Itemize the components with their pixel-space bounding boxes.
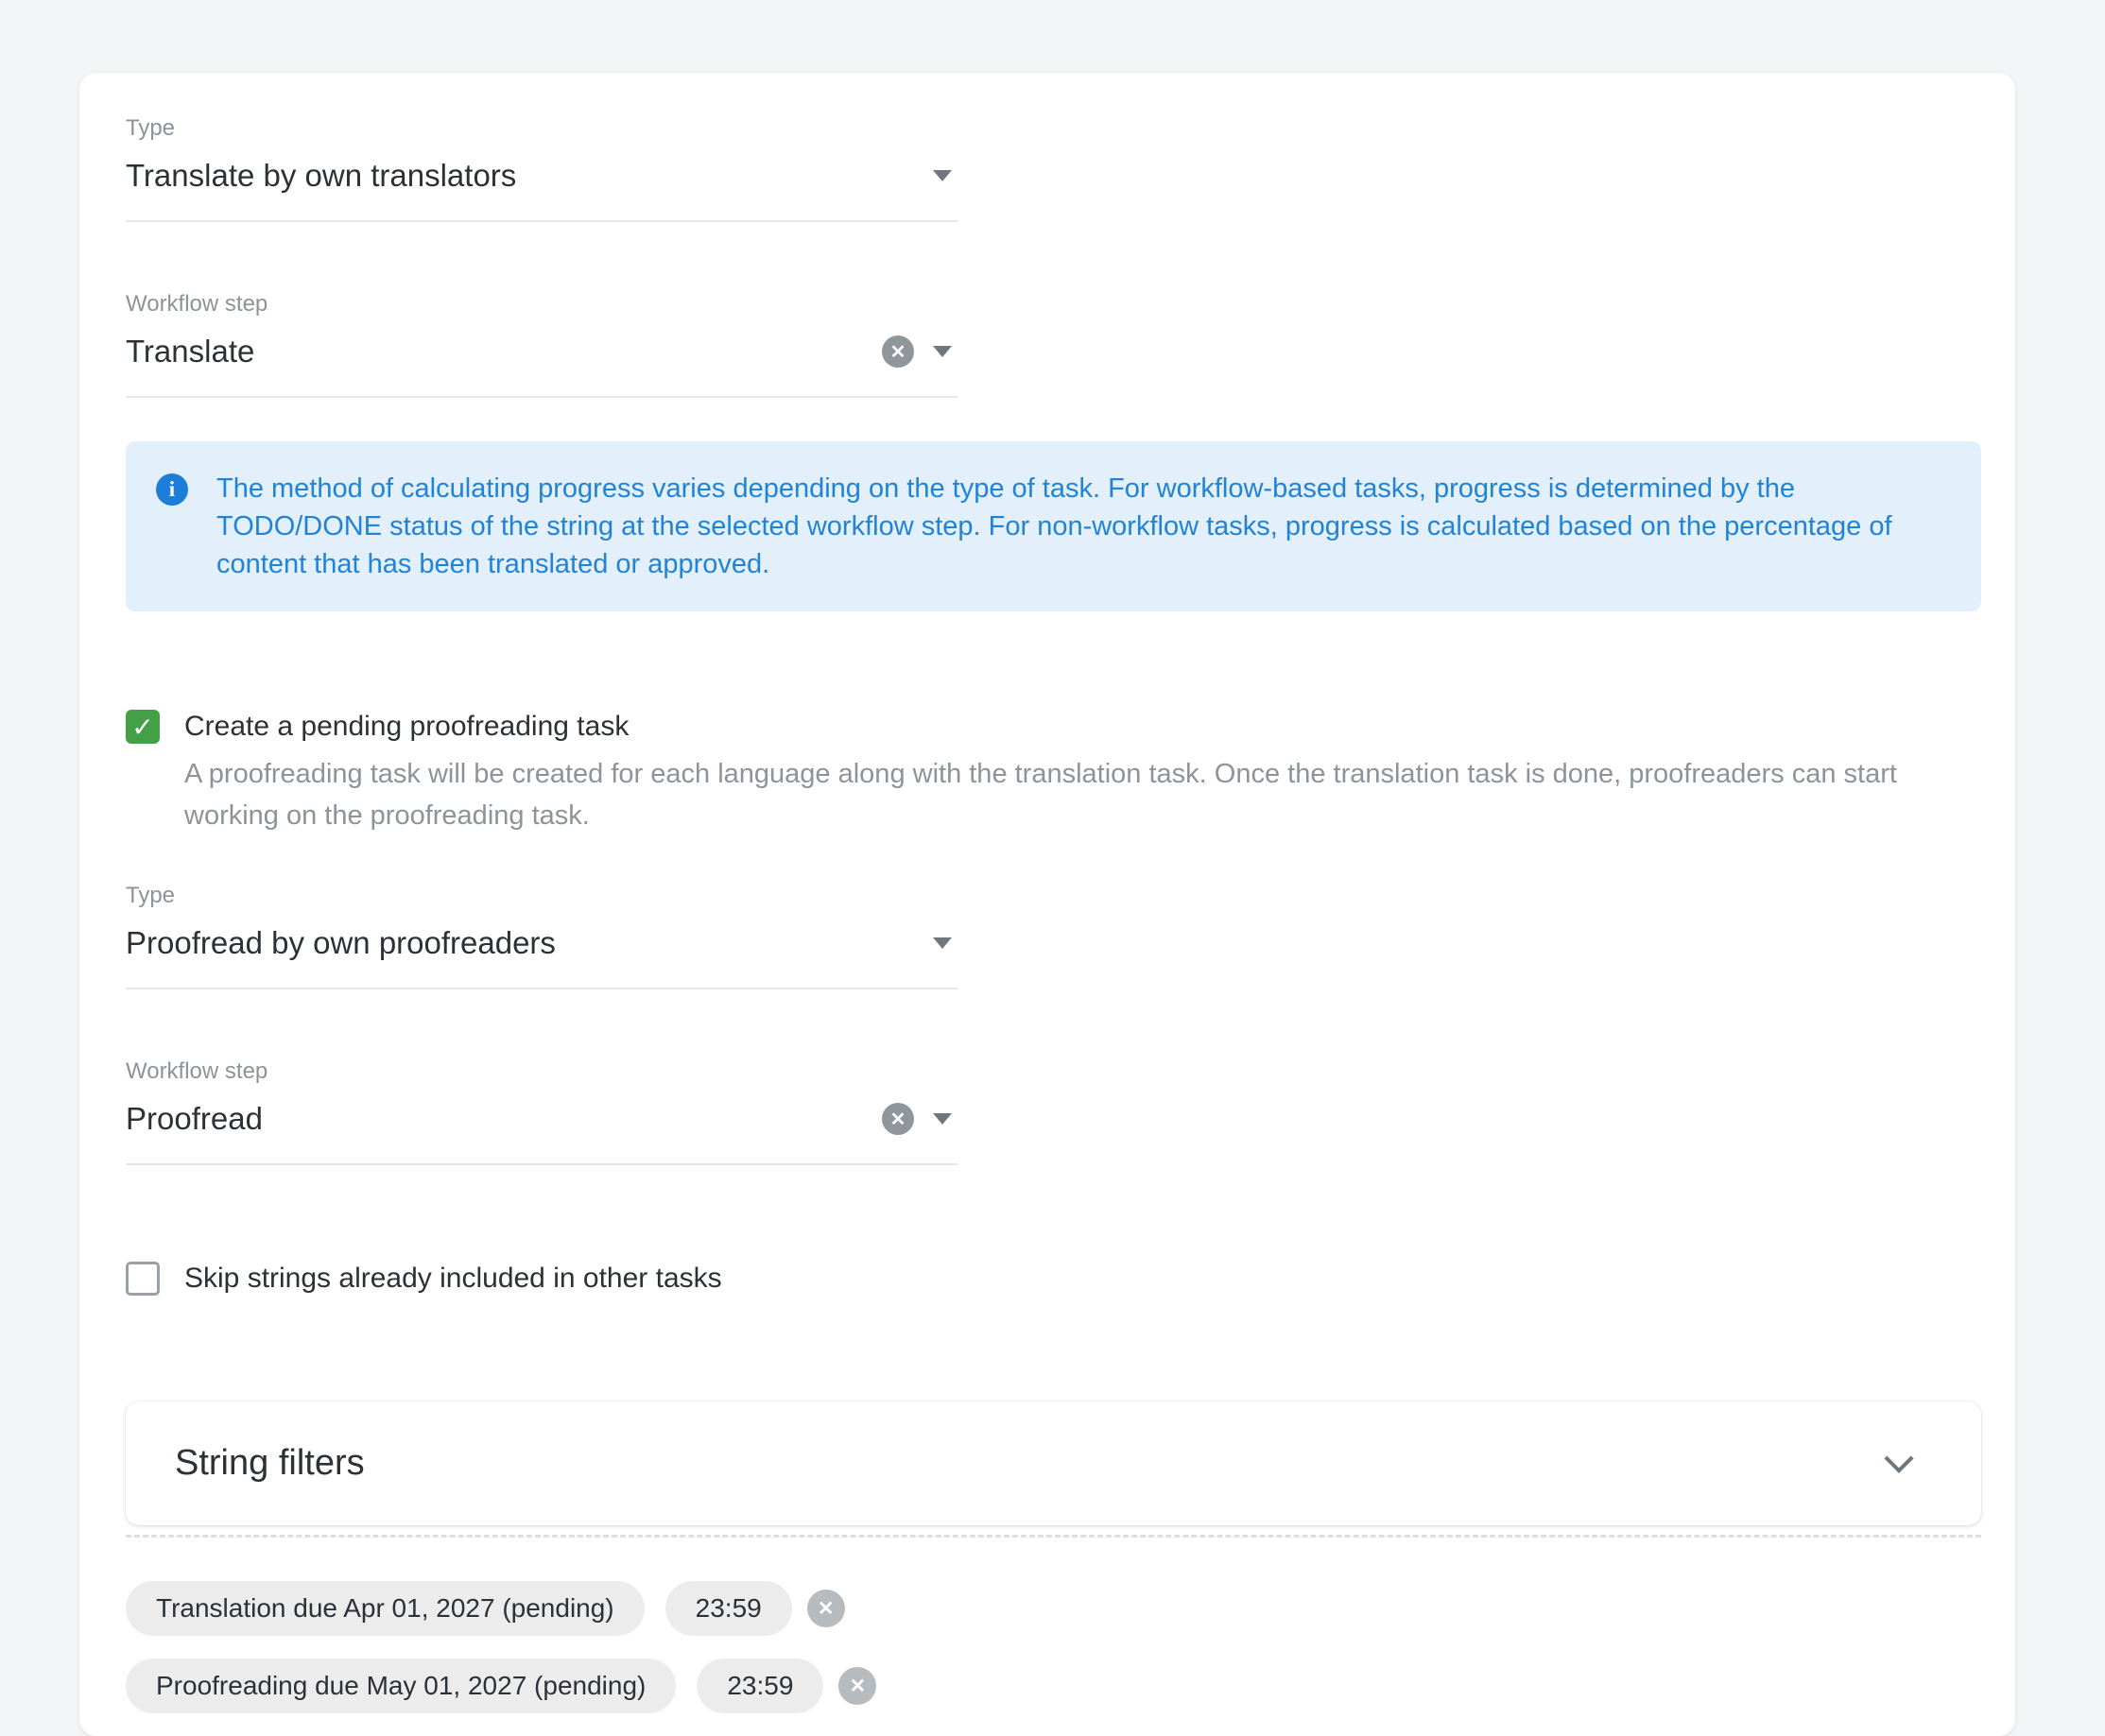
proofreading-due-chip[interactable]: Proofreading due May 01, 2027 (pending) — [126, 1659, 676, 1713]
string-filters-title: String filters — [175, 1443, 365, 1484]
string-filters-section: String filters — [126, 1401, 1981, 1538]
translation-type-value: Translate by own translators — [126, 158, 933, 194]
skip-strings-checkbox[interactable] — [126, 1262, 160, 1296]
info-icon: i — [156, 473, 188, 506]
translation-due-chip[interactable]: Translation due Apr 01, 2027 (pending) — [126, 1581, 645, 1636]
proofread-type-label: Type — [126, 882, 958, 910]
section-divider — [126, 1535, 1981, 1538]
translation-type-field: Type Translate by own translators — [126, 114, 958, 222]
proofreading-due-time-chip[interactable]: 23:59 — [697, 1659, 823, 1713]
proofreading-checkbox-description: A proofreading task will be created for … — [184, 753, 1981, 836]
progress-info-box: i The method of calculating progress var… — [126, 441, 1981, 611]
translation-workflow-step-value: Translate — [126, 334, 882, 370]
skip-strings-section: Skip strings already included in other t… — [126, 1262, 1981, 1296]
clear-workflow-step-button[interactable]: ✕ — [882, 335, 914, 368]
dropdown-caret-icon[interactable] — [933, 346, 952, 357]
translation-workflow-step-label: Workflow step — [126, 290, 958, 318]
translation-due-time-chip[interactable]: 23:59 — [665, 1581, 792, 1636]
translation-due-row: Translation due Apr 01, 2027 (pending) 2… — [126, 1581, 1981, 1636]
proofread-type-select[interactable]: Proofread by own proofreaders — [126, 925, 958, 989]
proofreading-checkbox-row[interactable]: ✓ Create a pending proofreading task — [126, 710, 1981, 744]
proofread-type-field: Type Proofread by own proofreaders — [126, 882, 958, 989]
dropdown-caret-icon[interactable] — [933, 170, 952, 181]
proofread-workflow-step-label: Workflow step — [126, 1057, 958, 1086]
proofread-workflow-step-value: Proofread — [126, 1101, 882, 1137]
translation-workflow-step-select[interactable]: Translate ✕ — [126, 334, 958, 398]
proofreading-checkbox[interactable]: ✓ — [126, 710, 160, 744]
string-filters-header[interactable]: String filters — [126, 1401, 1981, 1525]
remove-proofreading-due-button[interactable]: ✕ — [838, 1667, 876, 1705]
proofreading-due-row: Proofreading due May 01, 2027 (pending) … — [126, 1659, 1981, 1713]
proofread-workflow-step-field: Workflow step Proofread ✕ — [126, 1057, 958, 1165]
due-date-chips: Translation due Apr 01, 2027 (pending) 2… — [126, 1581, 1981, 1713]
proofread-workflow-step-select[interactable]: Proofread ✕ — [126, 1101, 958, 1165]
translation-workflow-step-field: Workflow step Translate ✕ — [126, 290, 958, 398]
proofread-type-value: Proofread by own proofreaders — [126, 925, 933, 961]
chevron-down-icon[interactable] — [1884, 1443, 1913, 1472]
progress-info-text: The method of calculating progress varie… — [216, 470, 1951, 583]
skip-strings-checkbox-label[interactable]: Skip strings already included in other t… — [184, 1263, 722, 1295]
task-settings-card: Type Translate by own translators Workfl… — [79, 73, 2015, 1736]
dropdown-caret-icon[interactable] — [933, 937, 952, 949]
translation-type-select[interactable]: Translate by own translators — [126, 158, 958, 222]
proofreading-task-section: ✓ Create a pending proofreading task A p… — [126, 710, 1981, 836]
translation-type-label: Type — [126, 114, 958, 143]
clear-workflow-step-button[interactable]: ✕ — [882, 1103, 914, 1135]
dropdown-caret-icon[interactable] — [933, 1113, 952, 1125]
skip-strings-checkbox-row[interactable]: Skip strings already included in other t… — [126, 1262, 1981, 1296]
proofreading-checkbox-label[interactable]: Create a pending proofreading task — [184, 711, 629, 743]
remove-translation-due-button[interactable]: ✕ — [807, 1590, 845, 1627]
